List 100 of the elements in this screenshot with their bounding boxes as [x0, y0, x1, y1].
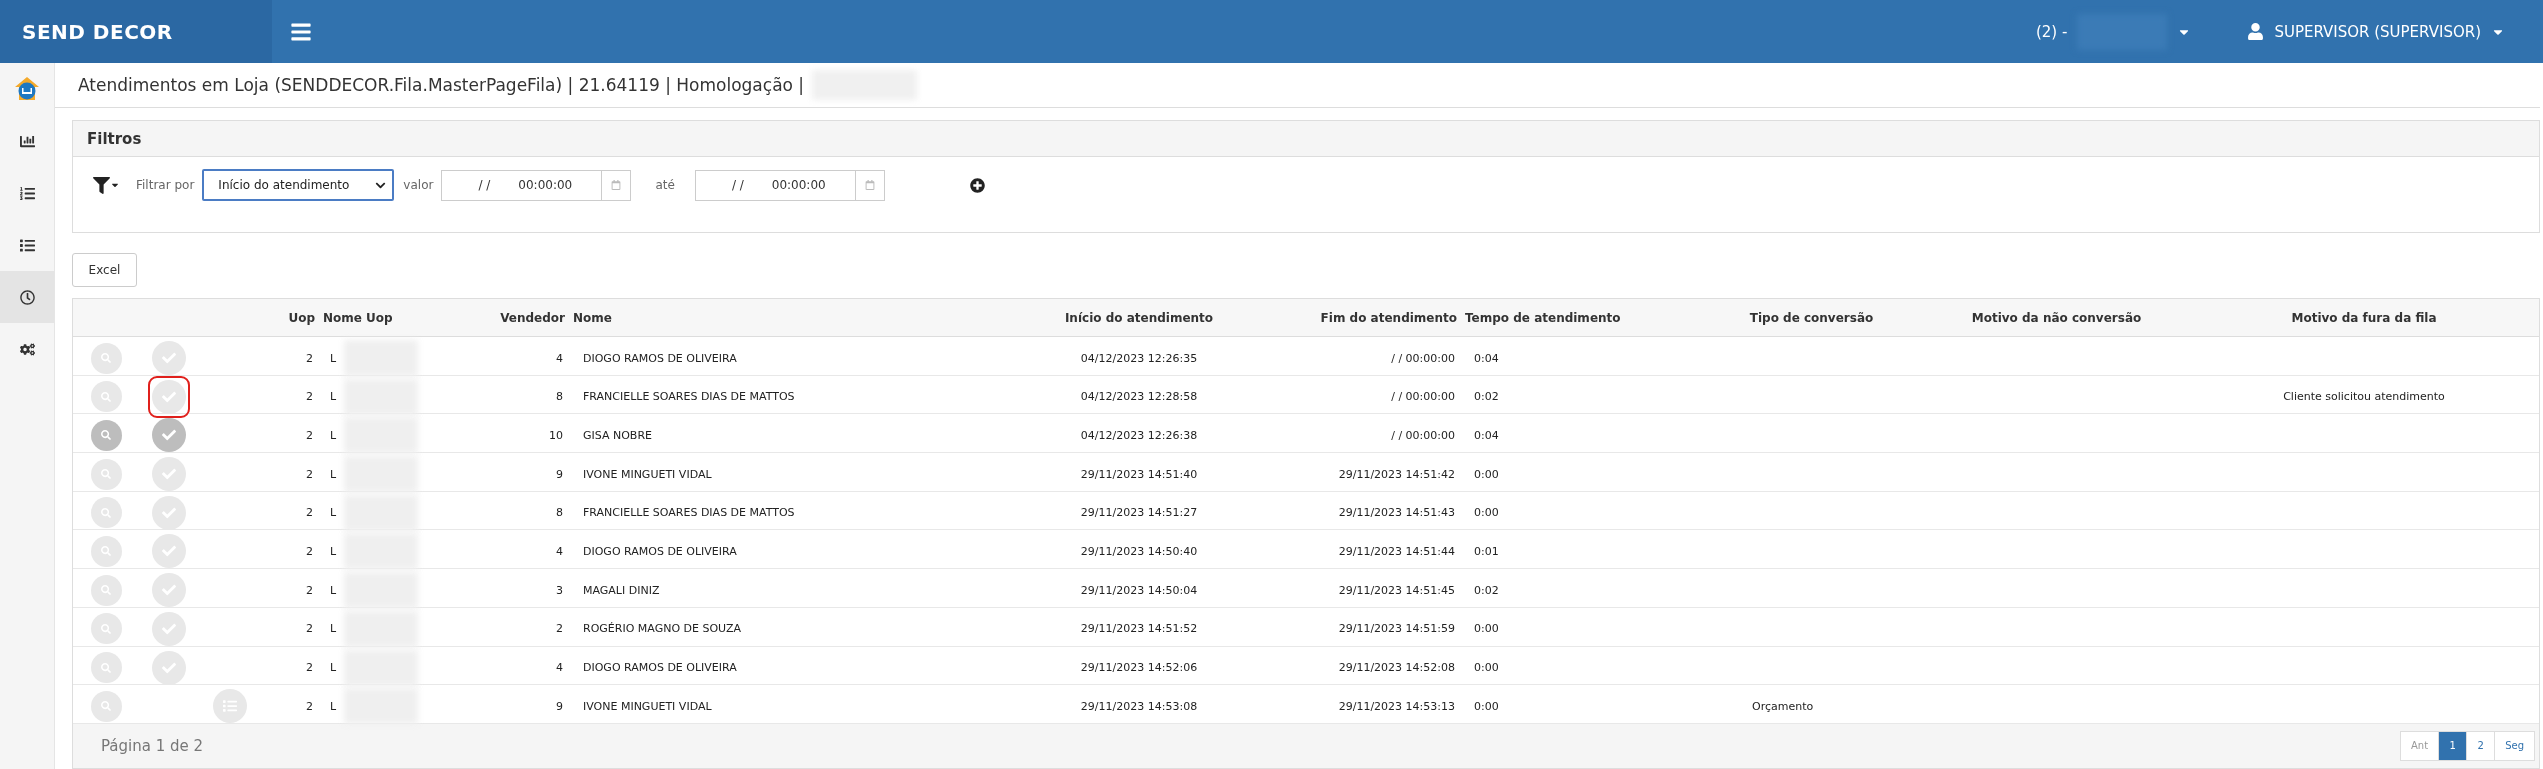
- settings-icon: [19, 341, 35, 357]
- table-cell-text: DIOGO RAMOS DE OLIVEIRA: [582, 544, 738, 558]
- table-cell-text: 29/11/2023 14:50:40: [1079, 544, 1199, 558]
- table-cell-text: 2: [305, 544, 314, 558]
- table-cell-text: 0:00: [1473, 699, 1500, 713]
- table-cell-text: 04/12/2023 12:28:58: [1079, 390, 1199, 404]
- page-title: Atendimentos em Loja (SENDDECOR.Fila.MasterPageFila) | 21.64119 | Homologação |: [78, 75, 805, 95]
- table-cell-text: 0:00: [1473, 506, 1500, 520]
- table-cell-text: L: [330, 428, 338, 442]
- table-cell-text: 3: [555, 583, 564, 597]
- table-cell-text: L: [330, 622, 338, 636]
- column-header[interactable]: Vendedor: [494, 310, 569, 325]
- table-cell-text: 29/11/2023 14:51:27: [1079, 506, 1199, 520]
- table-cell-text: DIOGO RAMOS DE OLIVEIRA: [582, 661, 738, 674]
- table-cell-text: 29/11/2023 14:51:45: [1337, 583, 1456, 597]
- table-cell-text: L: [330, 467, 338, 481]
- filter-select[interactable]: Início do atendimento: [202, 169, 395, 201]
- table-cell-text: 0:04: [1473, 428, 1500, 442]
- table-cell-text: 2: [305, 506, 314, 520]
- table-cell-text: 2: [555, 622, 564, 636]
- table-cell-text: 29/11/2023 14:51:42: [1337, 467, 1456, 481]
- search-button[interactable]: [90, 419, 122, 451]
- until-label: até: [655, 178, 675, 192]
- list-icon: [19, 237, 35, 253]
- table-cell-text: 2: [305, 428, 314, 442]
- table-cell-text: DIOGO RAMOS DE OLIVEIRA: [582, 351, 738, 365]
- table-cell-text: / / 00:00:00: [1390, 351, 1456, 365]
- column-header[interactable]: Nome Uop: [319, 310, 494, 325]
- table-cell-text: FRANCIELLE SOARES DIAS DE MATTOS: [582, 390, 796, 404]
- table-cell-text: 4: [555, 661, 564, 674]
- filter-button[interactable]: [93, 176, 120, 194]
- table-cell-text: 29/11/2023 14:52:06: [1079, 661, 1199, 674]
- page-button[interactable]: Seg: [2494, 730, 2535, 761]
- table-cell-text: L: [330, 699, 338, 713]
- table-cell-text: 29/11/2023 14:51:40: [1079, 467, 1199, 481]
- table-cell-text: 0:01: [1473, 544, 1500, 558]
- table-cell-text: 29/11/2023 14:51:44: [1337, 544, 1456, 558]
- brand-logo: SEND DECOR: [0, 0, 272, 63]
- table-cell-text: 9: [555, 699, 564, 713]
- table-cell-text: 8: [555, 506, 564, 520]
- user-menu[interactable]: SUPERVISOR (SUPERVISOR): [2247, 22, 2505, 41]
- check-button[interactable]: [152, 341, 186, 375]
- date-field[interactable]: / / 00:00:00: [694, 169, 885, 201]
- table-cell-text: 04/12/2023 12:26:35: [1079, 351, 1199, 365]
- table-cell-text: 0:00: [1473, 622, 1500, 636]
- table-cell-text: Cliente solicitou atendimento: [2282, 390, 2446, 404]
- table-cell-text: 29/11/2023 14:53:13: [1337, 699, 1456, 713]
- table-cell-text: 29/11/2023 14:53:08: [1079, 699, 1199, 713]
- check-icon: [162, 428, 176, 443]
- column-header[interactable]: Tipo de conversão: [1699, 310, 1924, 325]
- column-header[interactable]: Uop: [261, 310, 319, 325]
- table-cell-text: 29/11/2023 14:52:08: [1337, 661, 1456, 674]
- column-header[interactable]: Nome: [569, 310, 999, 325]
- table-cell-text: 10: [548, 428, 564, 442]
- page-info: Página 1 de 2: [101, 736, 204, 755]
- table-cell-text: 2: [305, 351, 314, 365]
- user-icon: [2247, 23, 2265, 40]
- excel-button[interactable]: Excel: [72, 253, 137, 287]
- page-button[interactable]: 2: [2466, 730, 2496, 761]
- table-cell-text: 0:02: [1473, 390, 1500, 404]
- column-header[interactable]: Tempo de atendimento: [1461, 310, 1699, 325]
- table-cell-text: Orçamento: [1751, 699, 1815, 713]
- table-cell-text: 8: [555, 390, 564, 404]
- table-cell-text: / / 00:00:00: [1390, 390, 1456, 404]
- table-cell-text: MAGALI DINIZ: [582, 583, 661, 597]
- filter-label: Filtrar por: [136, 178, 195, 192]
- table-cell-text: 0:02: [1473, 583, 1500, 597]
- calendar-icon: [611, 180, 622, 190]
- logo-icon: [14, 76, 40, 102]
- value-label: valor: [403, 178, 434, 192]
- store-dropdown[interactable]: (2) -: [2035, 13, 2192, 50]
- clock-icon: [19, 289, 35, 305]
- table-cell-text: 0:00: [1473, 661, 1500, 674]
- column-header[interactable]: Motivo da fura da fila: [2189, 310, 2539, 325]
- page-button[interactable]: 1: [2438, 730, 2468, 761]
- table-cell-text: L: [330, 351, 338, 365]
- calendar-icon: [864, 180, 875, 190]
- table-cell-text: 9: [555, 467, 564, 481]
- table-cell-text: L: [330, 544, 338, 558]
- check-button[interactable]: [152, 418, 186, 453]
- table-cell-text: GISA NOBRE: [582, 428, 653, 442]
- add-filter-button[interactable]: [969, 177, 985, 193]
- column-header[interactable]: Início do atendimento: [999, 310, 1279, 325]
- table-cell-text: 2: [305, 390, 314, 404]
- table-cell-text: 29/11/2023 14:50:04: [1079, 583, 1199, 597]
- table-cell-text: 2: [305, 699, 314, 713]
- table-cell-text: 2: [305, 661, 314, 674]
- table-cell-text: 4: [555, 544, 564, 558]
- table-cell-text: 2: [305, 583, 314, 597]
- table-cell-text: FRANCIELLE SOARES DIAS DE MATTOS: [582, 506, 796, 520]
- funnel-icon: [93, 176, 110, 194]
- table-cell-text: 4: [555, 351, 564, 365]
- table-cell-text: 04/12/2023 12:26:38: [1079, 428, 1199, 442]
- date-field[interactable]: / / 00:00:00: [441, 169, 632, 201]
- column-header[interactable]: Fim do atendimento: [1279, 310, 1461, 325]
- numbered-list-icon: [19, 185, 35, 201]
- column-header[interactable]: Motivo da não conversão: [1924, 310, 2189, 325]
- table-cell-text: 2: [305, 467, 314, 481]
- table-cell-text: ROGÉRIO MAGNO DE SOUZA: [582, 622, 743, 636]
- search-icon: [101, 430, 111, 441]
